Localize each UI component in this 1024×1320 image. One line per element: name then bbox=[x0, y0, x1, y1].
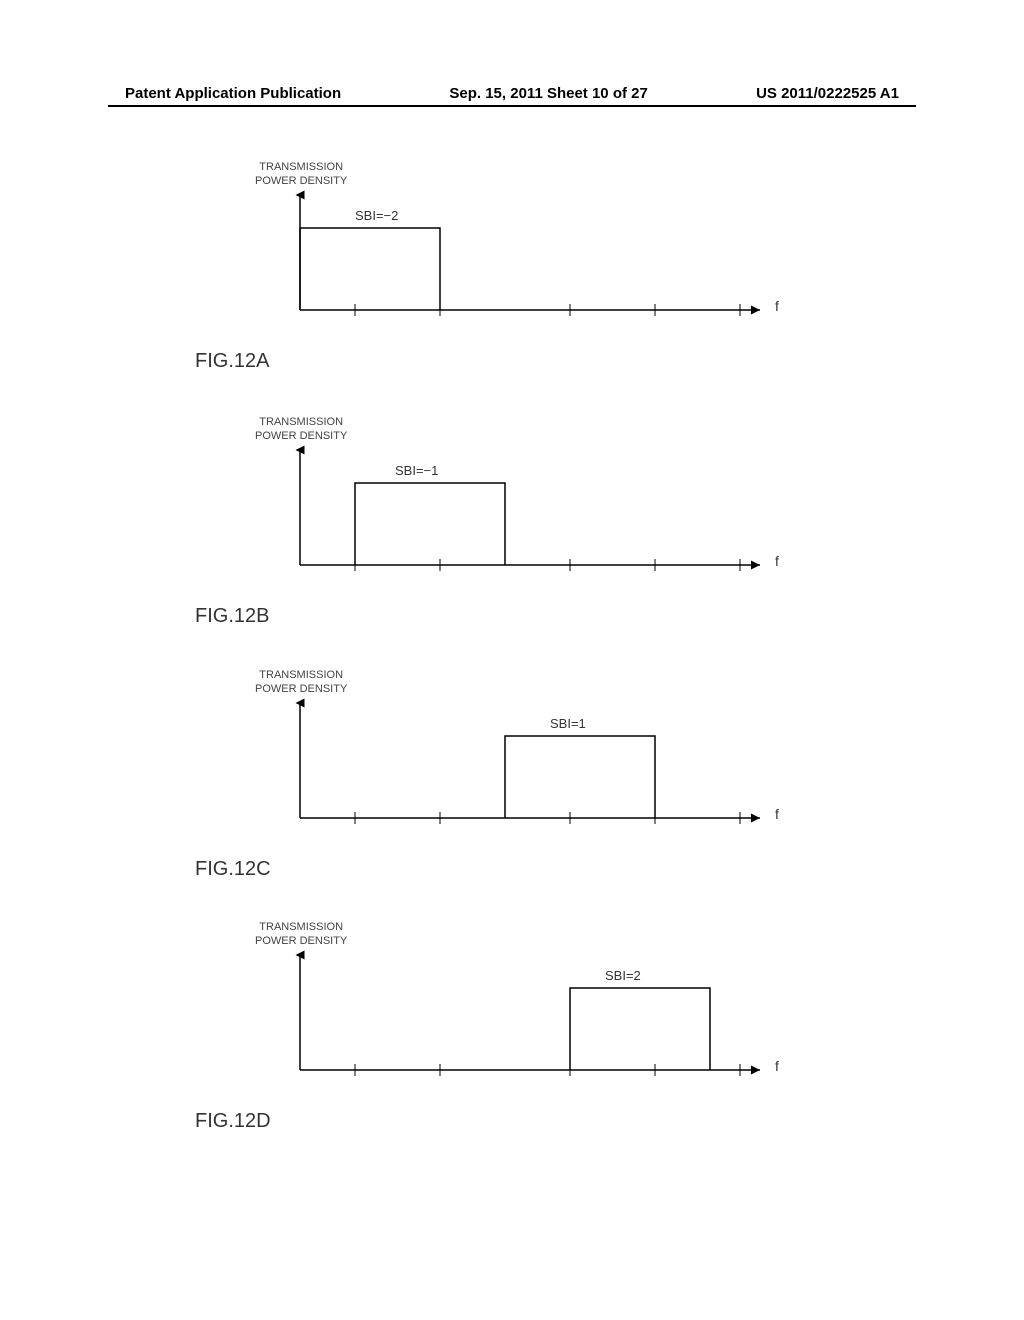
chart-c bbox=[280, 698, 780, 838]
chart-b bbox=[280, 445, 780, 585]
y-axis-label-c: TRANSMISSIONPOWER DENSITY bbox=[255, 668, 347, 697]
figure-label-b: FIG.12B bbox=[195, 605, 269, 628]
x-axis-label-a: f bbox=[775, 298, 779, 314]
figure-label-d: FIG.12D bbox=[195, 1110, 271, 1133]
x-axis-label-c: f bbox=[775, 806, 779, 822]
header-left: Patent Application Publication bbox=[125, 85, 341, 102]
y-axis-label-a: TRANSMISSIONPOWER DENSITY bbox=[255, 160, 347, 189]
x-axis-label-b: f bbox=[775, 553, 779, 569]
page-header: Patent Application Publication Sep. 15, … bbox=[0, 85, 1024, 102]
chart-d bbox=[280, 950, 780, 1090]
header-right: US 2011/0222525 A1 bbox=[756, 85, 899, 102]
header-rule bbox=[108, 105, 916, 107]
chart-a bbox=[280, 190, 780, 330]
y-axis-label-d: TRANSMISSIONPOWER DENSITY bbox=[255, 920, 347, 949]
figure-label-c: FIG.12C bbox=[195, 858, 271, 881]
figure-label-a: FIG.12A bbox=[195, 350, 269, 373]
x-axis-label-d: f bbox=[775, 1058, 779, 1074]
header-center: Sep. 15, 2011 Sheet 10 of 27 bbox=[449, 85, 647, 102]
y-axis-label-b: TRANSMISSIONPOWER DENSITY bbox=[255, 415, 347, 444]
